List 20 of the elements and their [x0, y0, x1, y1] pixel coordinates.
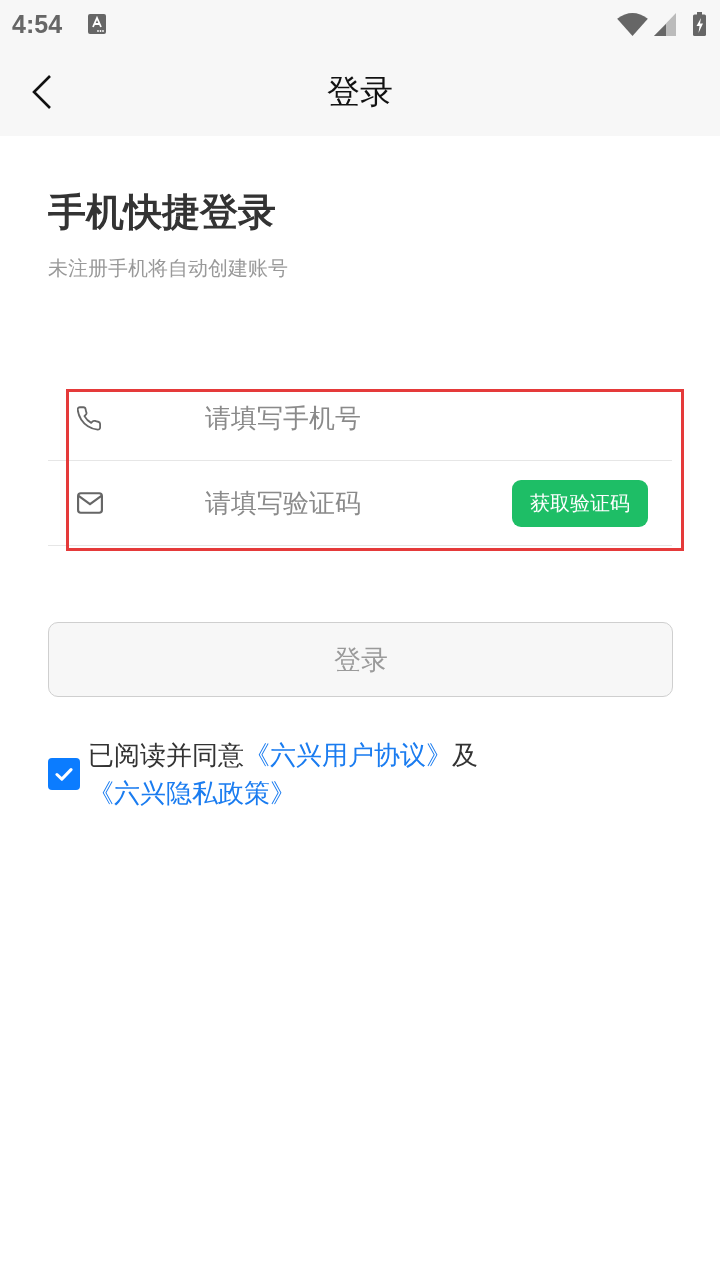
status-time: 4:54 [12, 9, 63, 39]
back-button[interactable] [32, 75, 52, 109]
phone-field[interactable]: 请填写手机号 [205, 399, 648, 437]
check-icon [55, 767, 73, 781]
agreement-checkbox[interactable] [48, 758, 80, 790]
phone-icon [77, 405, 101, 431]
code-field[interactable]: 请填写验证码 [205, 484, 512, 522]
battery-charging-icon [693, 12, 706, 36]
login-subtitle: 未注册手机将自动创建账号 [48, 255, 289, 282]
agreement-link[interactable]: 《六兴用户协议》 [244, 740, 452, 770]
agreement-link[interactable]: 《六兴隐私政策》 [88, 778, 296, 808]
login-heading: 手机快捷登录 [48, 189, 277, 236]
signal-icon [654, 12, 676, 36]
mail-icon [77, 492, 103, 514]
wifi-icon [617, 12, 648, 36]
back-icon [32, 75, 52, 109]
page-title: 登录 [327, 72, 393, 112]
agreement-text: 已阅读并同意《六兴用户协议》及 《六兴隐私政策》 [88, 739, 479, 810]
get-code-button[interactable]: 获取验证码 [512, 479, 648, 527]
notification-icon [88, 14, 107, 34]
